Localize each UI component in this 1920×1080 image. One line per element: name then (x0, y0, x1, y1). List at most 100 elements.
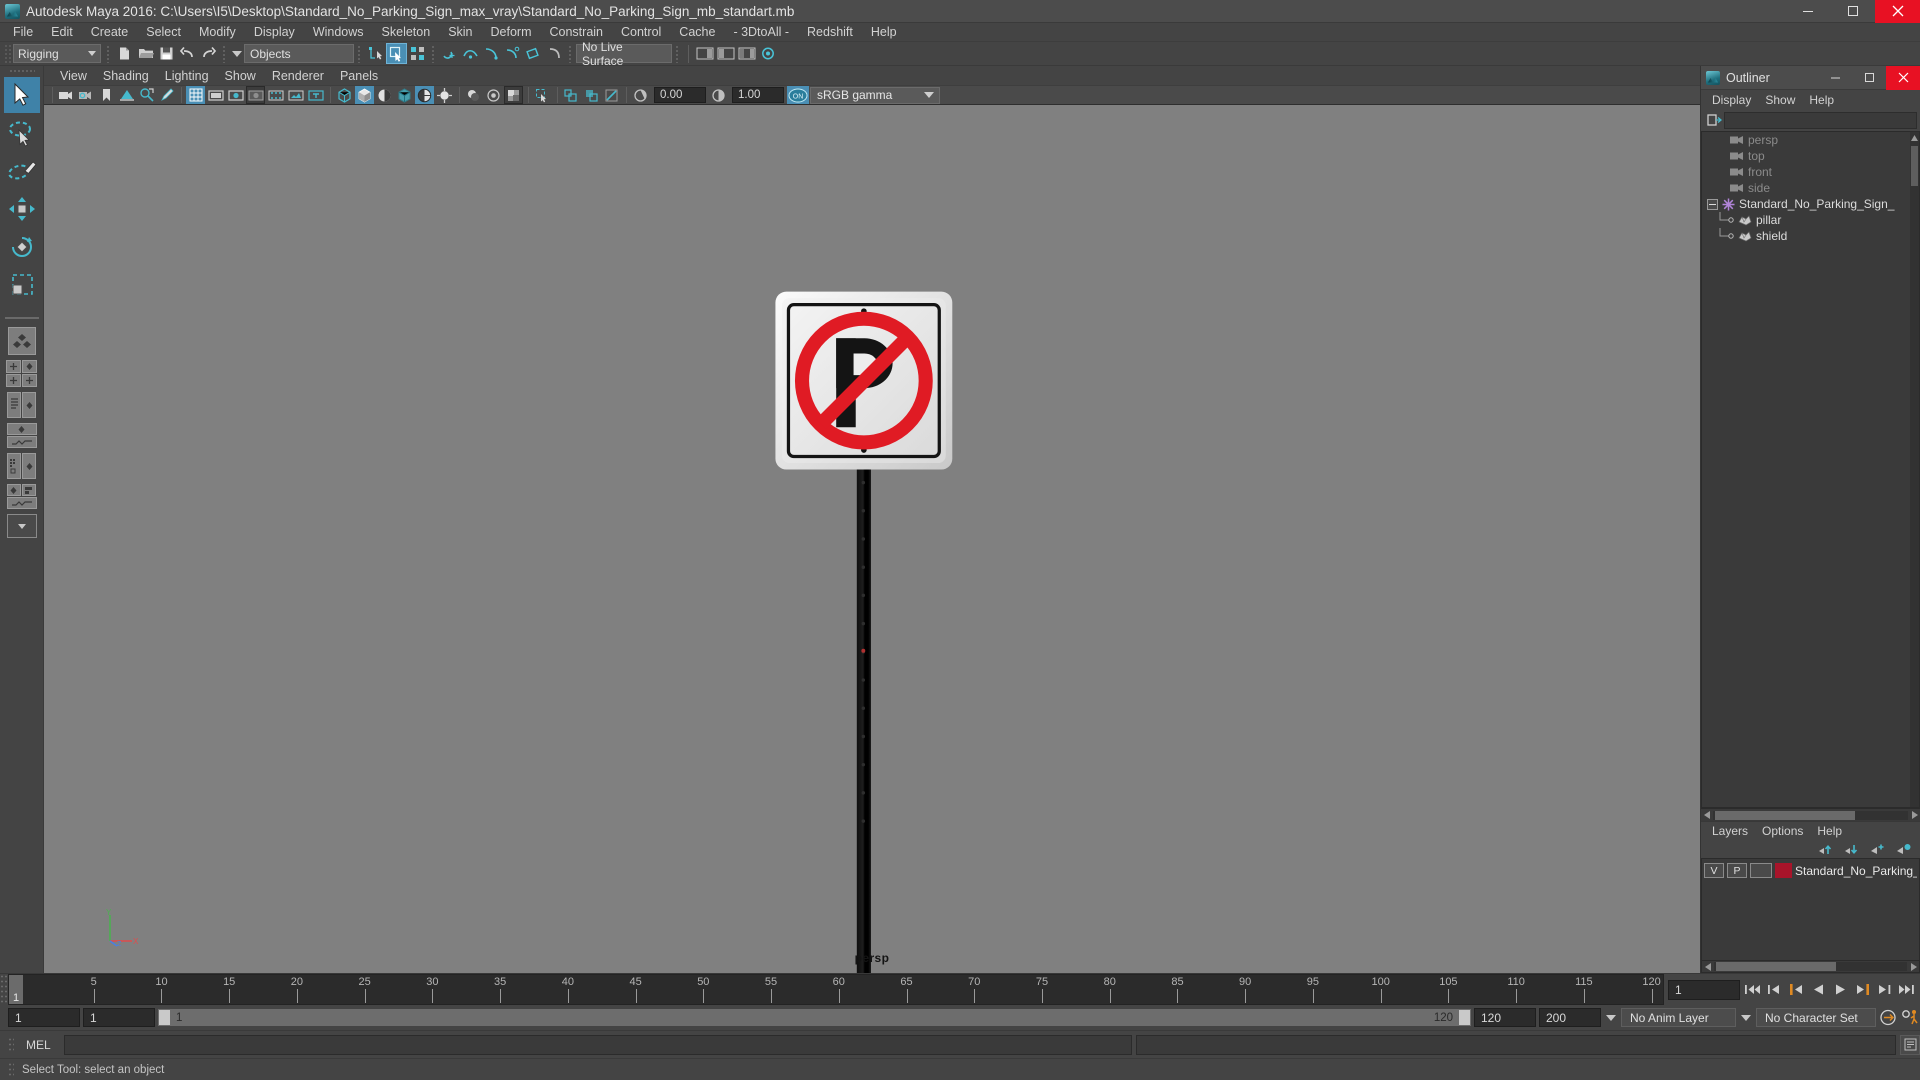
layer-name[interactable]: Standard_No_Parking_ (1795, 864, 1917, 878)
layer-move-up-icon[interactable] (1818, 843, 1834, 856)
title-safe-icon[interactable] (306, 86, 325, 104)
step-forward-frame-icon[interactable] (1853, 980, 1872, 1000)
snap-view-plane-icon[interactable] (523, 43, 544, 64)
scroll-left-arrow-icon[interactable] (1702, 961, 1713, 972)
scroll-up-arrow-icon[interactable] (1910, 132, 1919, 144)
xray-icon[interactable] (562, 86, 581, 104)
exposure-slider-icon[interactable] (631, 86, 650, 104)
shade-options-icon[interactable] (375, 86, 394, 104)
command-input[interactable] (64, 1034, 1132, 1055)
outliner-hscroll-thumb[interactable] (1715, 810, 1855, 820)
single-perspective-layout[interactable] (5, 327, 39, 355)
range-end-field[interactable]: 120 (1474, 1008, 1536, 1027)
menu-deform[interactable]: Deform (482, 24, 541, 40)
range-start-field[interactable]: 1 (83, 1008, 155, 1027)
anim-start-field[interactable]: 1 (8, 1008, 80, 1027)
anim-end-field[interactable]: 200 (1539, 1008, 1601, 1027)
close-icon[interactable] (1875, 0, 1920, 23)
more-layouts[interactable] (5, 514, 39, 538)
layers-list[interactable]: V P Standard_No_Parking_ (1701, 858, 1920, 961)
layers-menu-help[interactable]: Help (1810, 823, 1849, 839)
outliner-item-pillar[interactable]: pillar (1702, 212, 1919, 228)
smooth-shade-icon[interactable] (355, 86, 374, 104)
outliner-horizontal-scrollbar[interactable] (1701, 808, 1920, 821)
step-forward-keyframe-icon[interactable] (1875, 980, 1894, 1000)
exposure-value-field[interactable]: 0.00 (654, 87, 706, 103)
menu-select[interactable]: Select (137, 24, 190, 40)
layers-horizontal-scrollbar[interactable] (1701, 961, 1920, 973)
show-tool-settings-icon[interactable] (715, 43, 736, 64)
menu-constrain[interactable]: Constrain (541, 24, 613, 40)
gamma-value-field[interactable]: 1.00 (732, 87, 784, 103)
texture-icon[interactable] (415, 86, 434, 104)
lasso-select-tool[interactable] (4, 115, 40, 151)
screen-space-ao-icon[interactable] (484, 86, 503, 104)
current-time-indicator[interactable]: 1 (9, 975, 23, 1004)
select-hierarchy-icon[interactable] (365, 43, 386, 64)
menu-edit[interactable]: Edit (42, 24, 82, 40)
outliner-menu-help[interactable]: Help (1802, 92, 1841, 108)
character-set-select[interactable]: No Character Set (1756, 1008, 1876, 1027)
character-set-chevron-icon[interactable] (1739, 1008, 1753, 1027)
layers-hscroll-track[interactable] (1714, 962, 1907, 971)
layer-new-from-selected-icon[interactable] (1896, 843, 1912, 856)
outliner-item-top[interactable]: top (1702, 148, 1919, 164)
toolbox-grip[interactable] (8, 69, 35, 74)
scroll-right-arrow-icon[interactable] (1908, 961, 1919, 972)
show-attribute-editor-icon[interactable] (694, 43, 715, 64)
gate-mask-icon[interactable] (246, 86, 265, 104)
step-back-frame-icon[interactable] (1787, 980, 1806, 1000)
layers-menu-layers[interactable]: Layers (1705, 823, 1755, 839)
snap-curve-icon[interactable] (460, 43, 481, 64)
menu-modify[interactable]: Modify (190, 24, 245, 40)
play-forwards-icon[interactable] (1831, 980, 1850, 1000)
animation-preferences-icon[interactable] (1901, 1008, 1920, 1028)
panel-menu-show[interactable]: Show (217, 68, 264, 84)
menu-set-selector[interactable]: Rigging (13, 44, 101, 63)
snap-point-icon[interactable] (481, 43, 502, 64)
outliner-item-shield[interactable]: shield (1702, 228, 1919, 244)
save-scene-icon[interactable] (156, 43, 177, 64)
go-to-start-icon[interactable] (1743, 980, 1762, 1000)
menu-control[interactable]: Control (612, 24, 670, 40)
minimize-icon[interactable] (1818, 66, 1852, 90)
make-live-icon[interactable] (544, 43, 565, 64)
outliner-search-input[interactable] (1724, 111, 1917, 129)
persp-graph-layout[interactable] (5, 453, 39, 479)
motion-blur-icon[interactable] (504, 86, 523, 104)
camera-attributes-icon[interactable] (77, 86, 96, 104)
selection-mask-field[interactable]: Objects (244, 44, 354, 63)
maximize-icon[interactable] (1852, 66, 1886, 90)
selection-mask-chevron-icon[interactable] (230, 44, 244, 63)
image-plane-icon[interactable] (117, 86, 136, 104)
isolate-select-icon[interactable] (533, 86, 552, 104)
wireframe-icon[interactable] (335, 86, 354, 104)
live-surface-field[interactable]: No Live Surface (576, 40, 672, 68)
outliner-menu-show[interactable]: Show (1758, 92, 1802, 108)
range-bar[interactable]: 1 120 (158, 1009, 1471, 1026)
toggle-sidebar-icon[interactable] (757, 43, 778, 64)
xray-active-icon[interactable] (602, 86, 621, 104)
select-tool[interactable] (3, 77, 40, 113)
command-line-grip[interactable] (8, 1036, 14, 1053)
rotate-tool[interactable] (4, 229, 40, 265)
scroll-right-arrow-icon[interactable] (1909, 810, 1920, 821)
menu-help[interactable]: Help (862, 24, 906, 40)
lighting-icon[interactable] (435, 86, 454, 104)
move-tool[interactable] (4, 191, 40, 227)
outliner-menu-display[interactable]: Display (1705, 92, 1758, 108)
maximize-icon[interactable] (1830, 0, 1875, 23)
paint-select-tool[interactable] (4, 153, 40, 189)
menu-file[interactable]: File (4, 24, 42, 40)
time-slider-track[interactable]: 1 5 10 15 20 25 30 35 40 45 50 55 60 65 70 75 80 85 90 95 1… (8, 974, 1664, 1005)
close-icon[interactable] (1886, 65, 1920, 90)
four-view-layout[interactable] (5, 360, 39, 387)
snap-projected-icon[interactable] (502, 43, 523, 64)
select-component-icon[interactable] (407, 43, 428, 64)
time-slider-grip[interactable] (0, 974, 8, 1005)
grid-toggle-icon[interactable] (186, 86, 205, 104)
show-channel-box-icon[interactable] (736, 43, 757, 64)
hypergraph-persp-layout[interactable] (5, 423, 39, 448)
step-back-keyframe-icon[interactable] (1765, 980, 1784, 1000)
statusline-grip[interactable] (4, 43, 11, 64)
